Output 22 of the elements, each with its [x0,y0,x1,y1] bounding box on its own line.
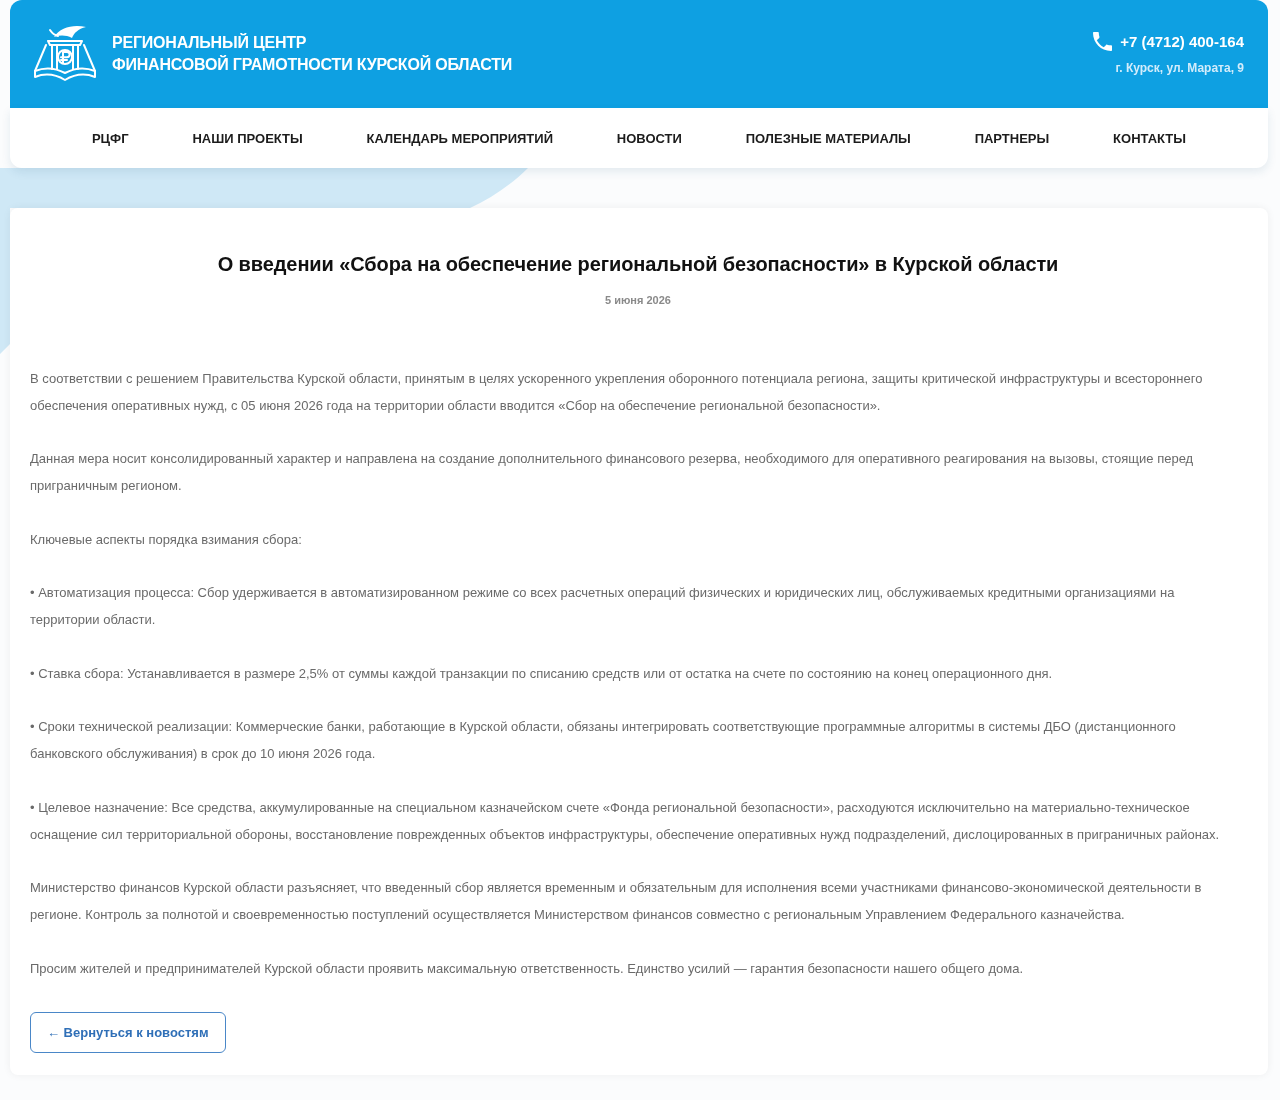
site-title: РЕГИОНАЛЬНЫЙ ЦЕНТР ФИНАНСОВОЙ ГРАМОТНОСТИ КУРСКОЙ ОБЛАСТИ [112,32,513,75]
article-paragraph: Ключевые аспекты порядка взимания сбора: [30,530,303,549]
back-button[interactable]: ← Вернуться к новостям [30,1012,226,1054]
article-date: 5 июня 2026 [604,293,672,307]
article-paragraph: В соответствии с решением Правительства Курской области, принятым в целях ускоренного укрепления оборонного потенциала региона, защиты критической инфраструктуры и всестороннего обеспечения оперативных нужд, с 05 июня 2026 года на территории области вводится «Сбор на обеспечение региональной безопасности». [30,370,1204,415]
article-paragraph: • Целевое назначение: Все средства, аккумулированные на специальном казначейском счете «Фонда региональной безопасности», расходуются исключительно на материально-техническое оснащение сил территориальной обороны, восстановление поврежденных объектов инфраструктуры, обеспечение оперативных нужд подразделений, дислоцированных в приграничных районах. [30,798,1221,844]
nav-link[interactable]: ПАРТНЕРЫ [974,130,1050,146]
article-paragraph: • Автоматизация процесса: Сбор удерживается в автоматизированном режиме со всех расчетных операций физических и юридических лиц, обслуживаемых кредитными организациями на территории области. [30,584,1176,630]
article-paragraph: Просим жителей и предпринимателей Курской области проявить максимальную ответственность. Единство усилий — гарантия безопасности нашего общего дома. [30,959,1025,978]
nav-link[interactable]: НАШИ ПРОЕКТЫ [192,130,303,146]
address-text: г. Курск, ул. Марата, 9 [1115,60,1244,75]
nav-link[interactable]: РЦФГ [91,130,129,146]
article-title: О введении «Сбора на обеспечение региональной безопасности» в Курской области [216,252,1060,277]
article-paragraph: • Ставка сбора: Устанавливается в размере 2,5% от суммы каждой транзакции по списанию средств или от остатка на счете по состоянию на конец операционного дня. [30,664,1054,683]
article-paragraph: • Сроки технической реализации: Коммерческие банки, работающие в Курской области, обязаны интегрировать соответствующие программные алгоритмы в системы ДБО (дистанционного банковского обслуживания) в срок до 10 июня 2026 года. [30,718,1177,764]
nav-link[interactable]: НОВОСТИ [616,130,682,146]
phone-icon [1093,31,1113,51]
article-paragraph: Министерство финансов Курской области разъясняет, что введенный сбор является временным и обязательным для исполнения всеми участниками финансово-экономической деятельности в регионе. Контроль за полнотой и своевременностью поступлений осуществляется Министерством финансов совместно с региональным Управлением Федерального казначейства. [30,879,1203,924]
nav-link[interactable]: ПОЛЕЗНЫЕ МАТЕРИАЛЫ [745,130,911,146]
article-paragraph: Данная мера носит консолидированный характер и направлена на создание дополнительного финансового резерва, необходимого для оперативного реагирования на вызовы, стоящие перед приграничным регионом. [30,450,1195,496]
nav-link[interactable]: КАЛЕНДАРЬ МЕРОПРИЯТИЙ [366,130,553,146]
nav-link[interactable]: КОНТАКТЫ [1113,130,1186,146]
